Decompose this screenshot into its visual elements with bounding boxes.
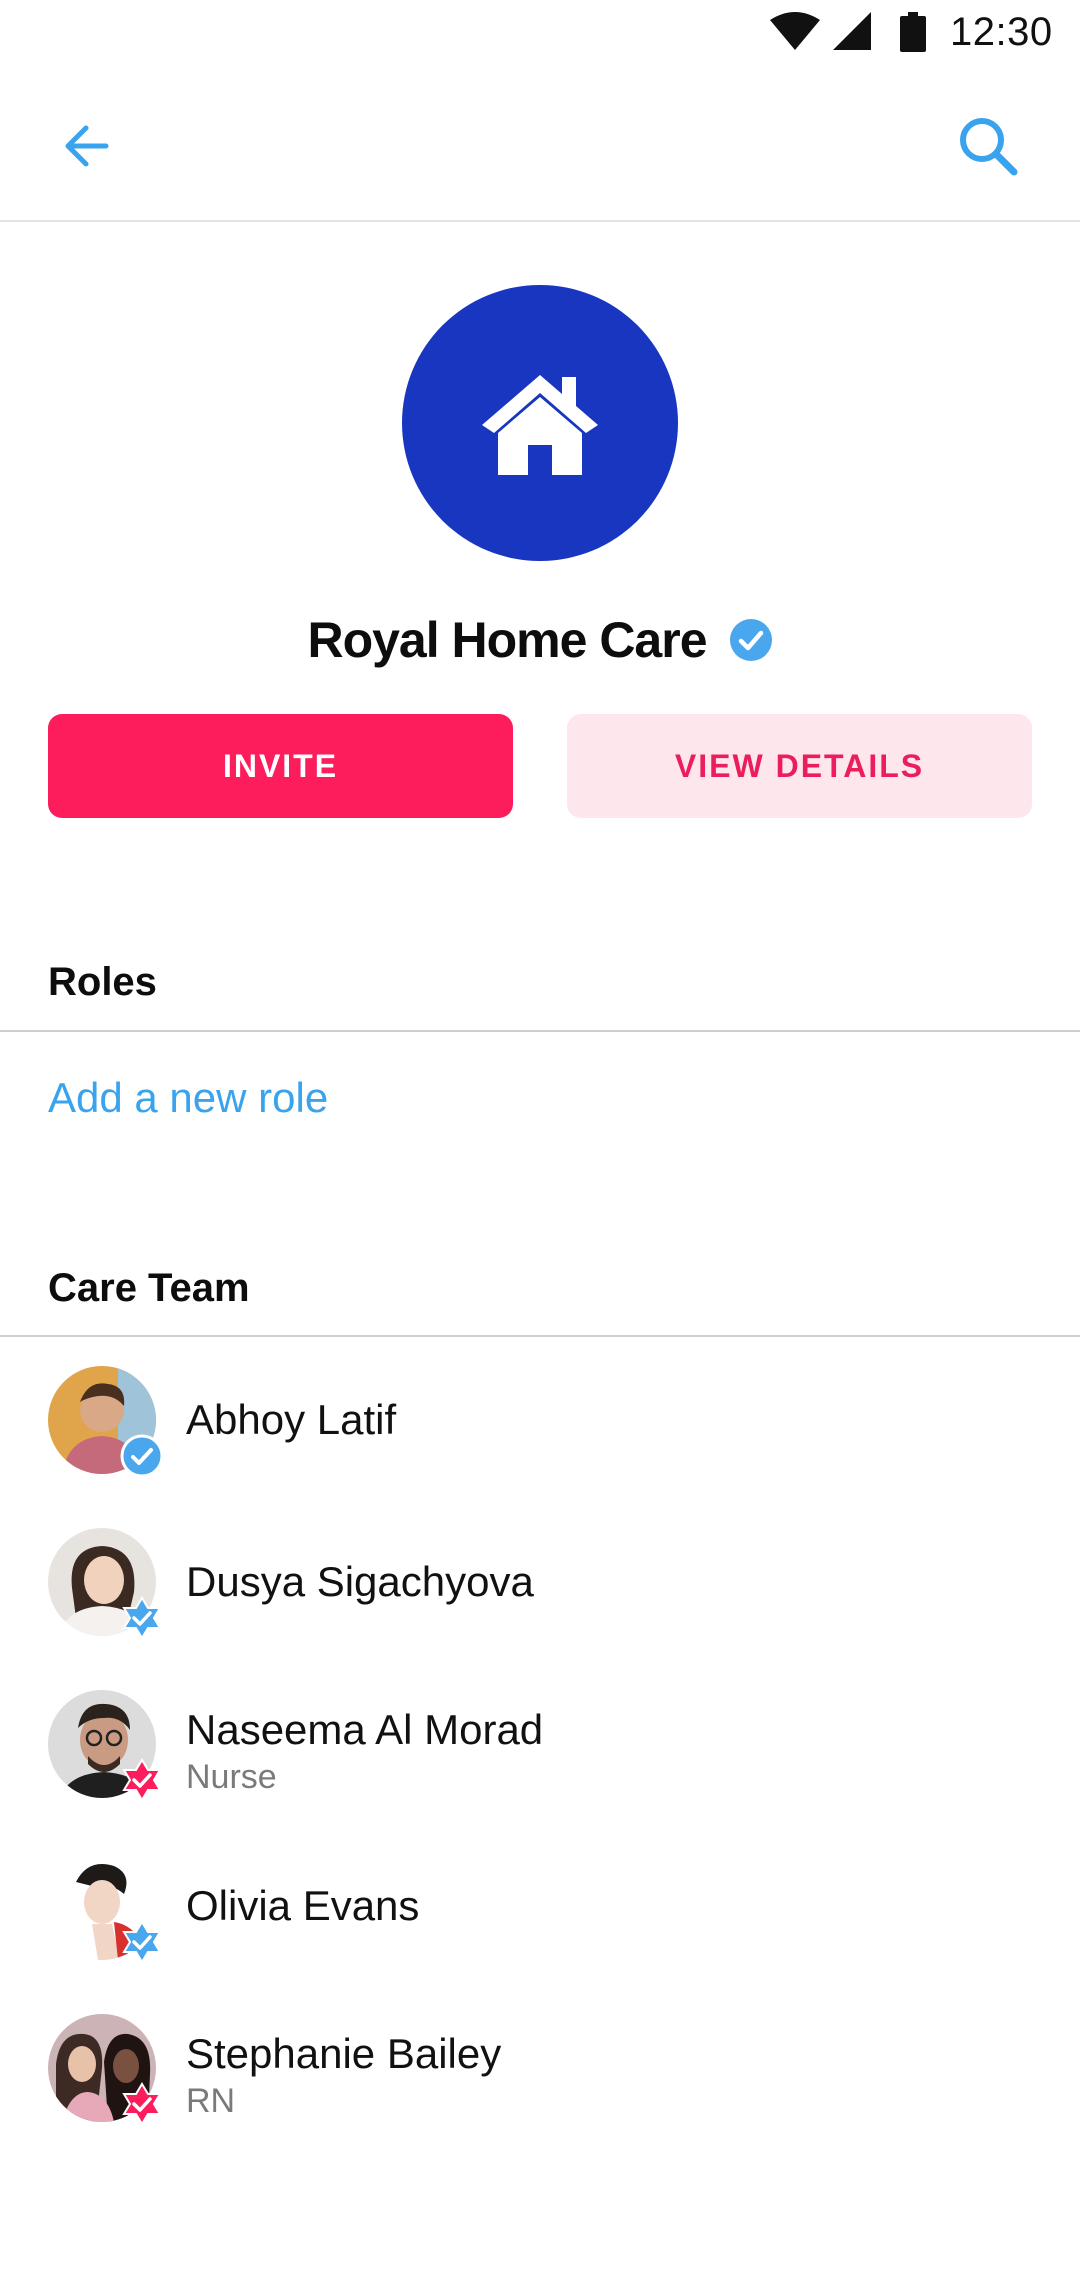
member-role: Nurse [186,1758,277,1796]
wifi-icon [770,12,820,50]
member-name: Dusya Sigachyova [186,1558,534,1605]
roles-section-title: Roles [48,960,157,1004]
status-time: 12:30 [950,10,1053,54]
member-name: Abhoy Latif [186,1396,397,1443]
invite-button-label: INVITE [222,747,339,784]
verified-check-icon [729,619,772,661]
care-team-divider [0,1335,1080,1337]
blue-star-check-icon [122,1596,162,1640]
view-details-button-label: VIEW DETAILS [674,747,925,784]
care-team-member[interactable]: Naseema Al Morad Nurse [0,1690,1080,1852]
care-team-member[interactable]: Olivia Evans [0,1852,1080,2014]
care-team-member[interactable]: Stephanie Bailey RN [0,2014,1080,2176]
care-team-member[interactable]: Dusya Sigachyova [0,1528,1080,1690]
battery-icon [900,12,926,52]
member-role: RN [186,2082,236,2120]
care-team-section-title: Care Team [48,1266,250,1310]
member-name: Stephanie Bailey [186,2030,502,2077]
organization-avatar [402,285,678,561]
add-role-link[interactable]: Add a new role [48,1074,328,1122]
invite-button[interactable]: INVITE [48,714,513,818]
care-team-member[interactable]: Abhoy Latif [0,1366,1080,1528]
member-name: Naseema Al Morad [186,1706,544,1753]
organization-name: Royal Home Care [307,612,707,668]
blue-star-check-icon [122,1920,162,1964]
search-icon[interactable] [956,114,1020,178]
status-bar: 12:30 [0,0,1080,66]
profile-name-row: Royal Home Care [0,598,1080,682]
member-name: Olivia Evans [186,1882,420,1929]
home-icon [482,375,598,475]
view-details-button[interactable]: VIEW DETAILS [567,714,1032,818]
red-star-check-icon [122,1758,162,1802]
cellular-signal-icon [833,12,871,50]
red-star-check-icon [122,2082,162,2126]
back-arrow-icon[interactable] [58,116,118,176]
roles-divider [0,1030,1080,1032]
verified-check-icon [120,1434,164,1478]
app-bar [0,66,1080,222]
